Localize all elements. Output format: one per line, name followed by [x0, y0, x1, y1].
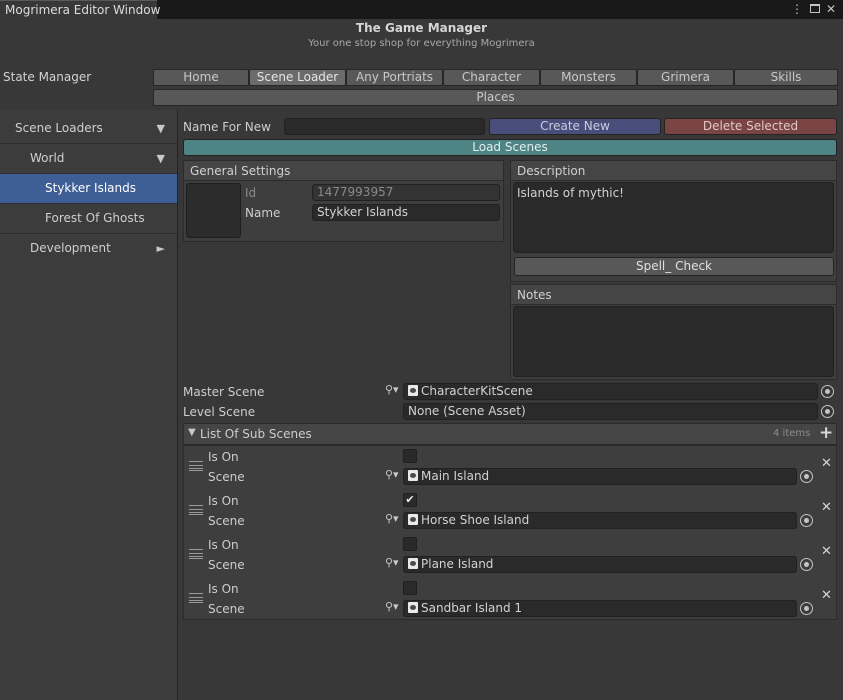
scene-asset-icon	[408, 602, 418, 613]
chevron-down-icon[interactable]: ▼	[157, 114, 165, 143]
is-on-checkbox[interactable]: ✔	[403, 493, 417, 507]
sub-scenes-header[interactable]: ▼ List Of Sub Scenes 4 items	[183, 423, 837, 445]
is-on-checkbox[interactable]	[403, 581, 417, 595]
notes-textarea[interactable]	[513, 306, 834, 377]
drag-handle-icon[interactable]	[189, 505, 203, 515]
scene-field[interactable]: Horse Shoe Island	[403, 512, 797, 529]
sidebar-item-label: World	[30, 151, 65, 165]
name-for-new-label: Name For New	[183, 120, 271, 134]
tab-any-portriats[interactable]: Any Portriats	[346, 69, 443, 86]
object-picker-icon[interactable]	[800, 602, 813, 615]
scene-asset-icon	[408, 470, 418, 481]
master-scene-label: Master Scene	[183, 385, 265, 399]
scene-label: Scene	[208, 514, 245, 528]
scene-label: Scene	[208, 470, 245, 484]
scene-field[interactable]: Sandbar Island 1	[403, 600, 797, 617]
scene-asset-icon	[408, 558, 418, 569]
tab-places[interactable]: Places	[153, 89, 838, 106]
scene-value: Sandbar Island 1	[421, 601, 523, 615]
close-icon[interactable]: ✕	[824, 0, 838, 19]
is-on-checkbox[interactable]	[403, 449, 417, 463]
state-manager-label: State Manager	[3, 70, 92, 84]
sidebar-item-label: Development	[30, 241, 111, 255]
drag-handle-icon[interactable]	[189, 461, 203, 471]
delete-selected-button[interactable]: Delete Selected	[664, 118, 837, 135]
master-scene-field[interactable]: CharacterKitScene	[403, 383, 818, 400]
scene-label: Scene	[208, 558, 245, 572]
description-title: Description	[511, 161, 836, 181]
object-picker-icon[interactable]	[821, 405, 834, 418]
object-picker-icon[interactable]	[800, 470, 813, 483]
remove-item-icon[interactable]: ✕	[821, 500, 832, 515]
notes-title: Notes	[511, 285, 836, 305]
foldout-down-icon[interactable]: ▼	[188, 427, 196, 438]
tab-scene-loader[interactable]: Scene Loader	[249, 69, 346, 86]
load-scenes-button[interactable]: Load Scenes	[183, 139, 837, 156]
spell-check-button[interactable]: Spell_ Check	[514, 257, 834, 276]
level-scene-field[interactable]: None (Scene Asset)	[403, 403, 818, 420]
sidebar-item-scene-loaders[interactable]: Scene Loaders ▼	[0, 114, 177, 144]
search-icon[interactable]: ⚲▾	[385, 512, 399, 525]
tab-grimera[interactable]: Grimera	[637, 69, 734, 86]
general-settings-title: General Settings	[184, 161, 503, 181]
description-textarea[interactable]: Islands of mythic!	[513, 182, 834, 253]
object-picker-icon[interactable]	[800, 558, 813, 571]
create-new-button[interactable]: Create New	[489, 118, 661, 135]
remove-item-icon[interactable]: ✕	[821, 588, 832, 603]
add-icon[interactable]: +	[819, 423, 833, 443]
page-title: The Game Manager	[355, 21, 488, 35]
drag-handle-icon[interactable]	[189, 593, 203, 603]
id-field: 1477993957	[312, 184, 500, 201]
scene-value: Main Island	[421, 469, 490, 483]
preview-image-slot[interactable]	[186, 183, 241, 238]
is-on-label: Is On	[208, 582, 239, 596]
is-on-label: Is On	[208, 538, 239, 552]
is-on-label: Is On	[208, 450, 239, 464]
sidebar-item-label: Stykker Islands	[45, 181, 136, 195]
scene-field[interactable]: Main Island	[403, 468, 797, 485]
kebab-menu-icon[interactable]: ⋮	[790, 0, 804, 19]
sub-scenes-count: 4 items	[773, 428, 811, 439]
scene-asset-icon	[408, 385, 418, 396]
sub-scenes-title: List Of Sub Scenes	[200, 427, 312, 441]
drag-handle-icon[interactable]	[189, 549, 203, 559]
scene-value: Plane Island	[421, 557, 494, 571]
search-icon[interactable]: ⚲▾	[385, 600, 399, 613]
search-icon[interactable]: ⚲▾	[385, 468, 399, 481]
chevron-down-icon[interactable]: ▼	[157, 144, 165, 173]
scene-field[interactable]: Plane Island	[403, 556, 797, 573]
tab-monsters[interactable]: Monsters	[540, 69, 637, 86]
window-tab[interactable]: Mogrimera Editor Window	[0, 0, 160, 19]
scene-asset-icon	[408, 514, 418, 525]
tab-skills[interactable]: Skills	[734, 69, 838, 86]
tab-home[interactable]: Home	[153, 69, 249, 86]
maximize-icon[interactable]	[808, 0, 822, 19]
sidebar-item-stykker-islands[interactable]: Stykker Islands	[0, 174, 177, 204]
sidebar-item-label: Forest Of Ghosts	[45, 211, 145, 225]
name-label: Name	[245, 206, 281, 220]
object-picker-icon[interactable]	[821, 385, 834, 398]
object-picker-icon[interactable]	[800, 514, 813, 527]
sidebar-item-forest-of-ghosts[interactable]: Forest Of Ghosts	[0, 204, 177, 234]
sidebar-item-label: Scene Loaders	[15, 121, 103, 135]
sidebar-item-world[interactable]: World ▼	[0, 144, 177, 174]
page-subtitle: Your one stop shop for everything Mogrim…	[308, 38, 535, 49]
search-icon[interactable]: ⚲▾	[385, 556, 399, 569]
id-label: Id	[245, 186, 257, 200]
is-on-checkbox[interactable]	[403, 537, 417, 551]
name-field[interactable]: Stykker Islands	[312, 204, 500, 221]
scene-label: Scene	[208, 602, 245, 616]
tab-character[interactable]: Character	[443, 69, 540, 86]
remove-item-icon[interactable]: ✕	[821, 456, 832, 471]
scene-value: Horse Shoe Island	[421, 513, 530, 527]
search-icon[interactable]: ⚲▾	[385, 383, 399, 396]
sidebar-item-development[interactable]: Development ►	[0, 234, 177, 264]
name-for-new-input[interactable]	[284, 118, 485, 135]
remove-item-icon[interactable]: ✕	[821, 544, 832, 559]
level-scene-label: Level Scene	[183, 405, 256, 419]
chevron-right-icon[interactable]: ►	[157, 234, 165, 263]
master-scene-value: CharacterKitScene	[421, 384, 533, 398]
is-on-label: Is On	[208, 494, 239, 508]
